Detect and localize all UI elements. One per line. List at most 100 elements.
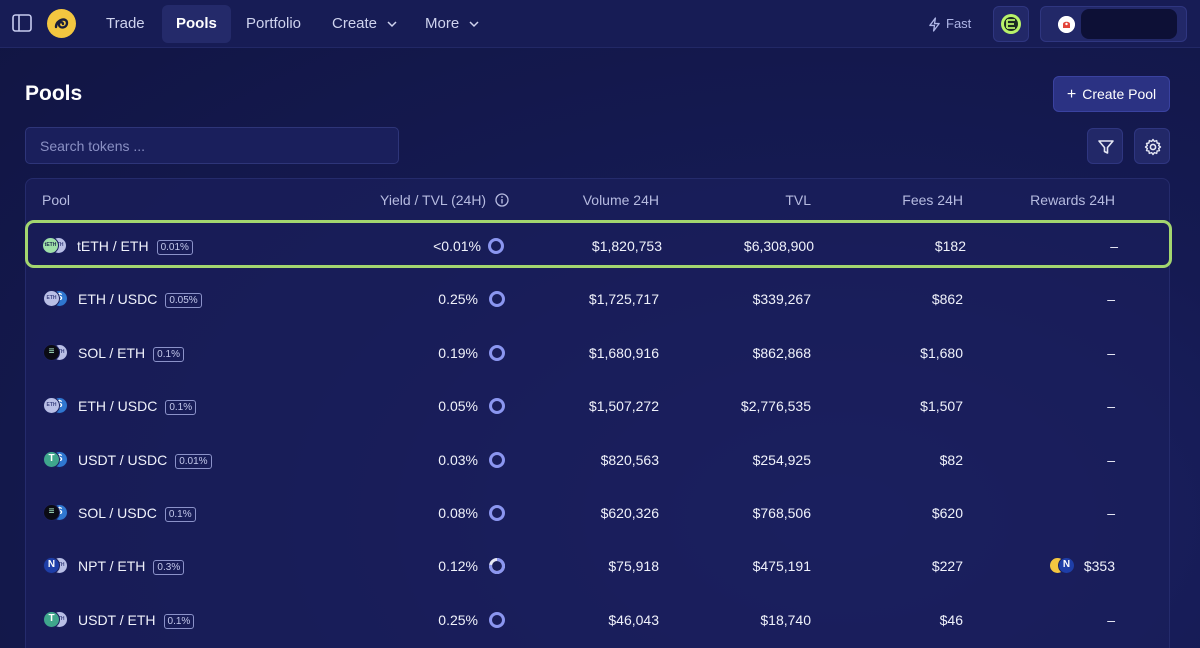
fees-value: $1,680 bbox=[920, 344, 963, 361]
tvl-value: $862,868 bbox=[752, 344, 811, 361]
settings-button[interactable] bbox=[1134, 128, 1170, 164]
yield-ring-icon[interactable] bbox=[488, 451, 506, 469]
yield-value: 0.25% bbox=[438, 291, 478, 308]
nav-portfolio-label: Portfolio bbox=[246, 15, 302, 32]
pair-token-icons: T$ bbox=[43, 450, 69, 469]
pair-token-icons: ≡$ bbox=[43, 504, 69, 522]
volume-value: $620,326 bbox=[600, 505, 659, 521]
pool-pair[interactable]: SOL / ETH 0.1% bbox=[78, 345, 184, 362]
pool-pair-label: ETH / USDC bbox=[78, 291, 158, 308]
wallet-icon bbox=[1058, 16, 1075, 33]
yield-ring-icon[interactable] bbox=[488, 344, 506, 362]
nav-create-label: Create bbox=[332, 15, 378, 32]
pool-pair[interactable]: USDT / USDC 0.01% bbox=[78, 452, 212, 469]
nav-trade[interactable]: Trade bbox=[92, 5, 159, 43]
token-icon: ≡ bbox=[43, 343, 60, 361]
yield-ring-icon[interactable] bbox=[487, 237, 505, 255]
fees-value: $46 bbox=[939, 611, 963, 628]
pool-pair[interactable]: NPT / ETH 0.3% bbox=[78, 558, 185, 576]
yield-ring-icon[interactable] bbox=[488, 611, 506, 629]
table-row[interactable]: ETH$ ETH / USDC 0.05% 0.25% $1,725,717 $339,2… bbox=[26, 273, 1169, 326]
pool-pair[interactable]: ETH / USDC 0.05% bbox=[78, 291, 202, 309]
rewards-value: – bbox=[1107, 291, 1115, 308]
yield-value: 0.25% bbox=[438, 611, 478, 628]
network-button[interactable] bbox=[993, 6, 1029, 42]
reward-token-n-icon: N bbox=[1058, 557, 1075, 575]
volume-value: $1,820,753 bbox=[591, 238, 662, 254]
pool-pair-label: SOL / ETH bbox=[78, 344, 146, 361]
yield-ring-icon[interactable] bbox=[488, 397, 506, 415]
fees-value: $82 bbox=[939, 451, 963, 468]
table-row[interactable]: ≡$ SOL / USDC 0.1% 0.08% $620,326 $768,506 $62… bbox=[26, 487, 1169, 540]
yield-value: 0.08% bbox=[438, 505, 478, 521]
yield-value: 0.05% bbox=[438, 398, 478, 415]
search-input[interactable] bbox=[25, 127, 399, 164]
token-icon: tETH bbox=[42, 237, 59, 254]
info-icon[interactable] bbox=[495, 193, 509, 207]
fee-tier-badge: 0.1% bbox=[153, 346, 184, 362]
header-pool[interactable]: Pool bbox=[42, 192, 70, 208]
rewards-value: – bbox=[1107, 398, 1115, 415]
rewards-value: – bbox=[1107, 611, 1115, 628]
token-icon: ≡ bbox=[43, 504, 60, 521]
pool-pair[interactable]: SOL / USDC 0.1% bbox=[78, 505, 196, 522]
fee-tier-badge: 0.3% bbox=[153, 560, 185, 576]
nav-pools[interactable]: Pools bbox=[162, 5, 231, 43]
pool-pair[interactable]: USDT / ETH 0.1% bbox=[78, 612, 195, 629]
yield-ring-icon[interactable] bbox=[488, 290, 506, 308]
nav-more[interactable]: More bbox=[411, 5, 493, 43]
tvl-value: $2,776,535 bbox=[740, 398, 811, 415]
pair-token-icons: ≡ETH bbox=[43, 343, 69, 362]
pool-pair-label: NPT / ETH bbox=[78, 558, 146, 575]
wallet-button[interactable] bbox=[1040, 6, 1187, 42]
speed-setting[interactable]: Fast bbox=[928, 5, 971, 43]
pool-pair-label: tETH / ETH bbox=[77, 238, 149, 254]
rewards-value: $353 bbox=[1083, 558, 1115, 575]
token-icon: T bbox=[43, 610, 60, 628]
header-volume[interactable]: Volume 24H bbox=[583, 192, 659, 208]
yield-ring-icon[interactable] bbox=[488, 557, 506, 575]
plus-icon: + bbox=[1066, 86, 1077, 103]
table-row[interactable]: ≡ETH SOL / ETH 0.1% 0.19% $1,680,916 $862,868… bbox=[26, 327, 1169, 380]
header-tvl[interactable]: TVL bbox=[785, 192, 811, 208]
fee-tier-badge: 0.1% bbox=[165, 400, 197, 416]
rewards-value: – bbox=[1107, 344, 1115, 361]
nav-portfolio[interactable]: Portfolio bbox=[232, 5, 315, 43]
pool-pair[interactable]: tETH / ETH 0.01% bbox=[77, 238, 193, 255]
yield-ring-icon[interactable] bbox=[488, 504, 506, 522]
eclipse-network-icon bbox=[1001, 14, 1021, 34]
pool-pair-label: USDT / USDC bbox=[78, 451, 168, 468]
yield-value: 0.19% bbox=[438, 344, 478, 361]
rewards-value: – bbox=[1110, 238, 1118, 254]
sidebar-toggle-icon[interactable] bbox=[12, 14, 32, 32]
table-row[interactable]: tETHETH tETH / ETH 0.01% <0.01% $1,820,753 $6… bbox=[25, 220, 1172, 268]
nav-more-label: More bbox=[425, 15, 460, 32]
pool-pair[interactable]: ETH / USDC 0.1% bbox=[78, 398, 197, 416]
fees-value: $182 bbox=[934, 238, 966, 254]
table-row[interactable]: ETH$ ETH / USDC 0.1% 0.05% $1,507,272 $2,776,… bbox=[26, 380, 1169, 433]
nav-create[interactable]: Create bbox=[318, 5, 411, 43]
chevron-down-icon bbox=[387, 21, 397, 28]
header-yield[interactable]: Yield / TVL (24H) bbox=[380, 192, 509, 208]
tvl-value: $339,267 bbox=[752, 291, 811, 308]
filter-button[interactable] bbox=[1087, 128, 1123, 164]
header-fees[interactable]: Fees 24H bbox=[902, 192, 963, 208]
table-row[interactable]: T$ USDT / USDC 0.01% 0.03% $820,563 $254,925 $… bbox=[26, 434, 1169, 487]
volume-value: $820,563 bbox=[600, 451, 659, 468]
table-row[interactable]: NETH NPT / ETH 0.3% 0.12% $75,918 $475,191 $22… bbox=[26, 540, 1169, 593]
tvl-value: $18,740 bbox=[760, 611, 811, 628]
fee-tier-badge: 0.1% bbox=[163, 613, 195, 629]
create-pool-button[interactable]: + Create Pool bbox=[1053, 76, 1170, 112]
table-row[interactable]: TETH USDT / ETH 0.1% 0.25% $46,043 $18,740 $46… bbox=[26, 594, 1169, 647]
fee-tier-badge: 0.05% bbox=[165, 293, 202, 309]
wallet-address-redacted bbox=[1081, 9, 1177, 39]
fees-value: $227 bbox=[931, 558, 963, 575]
pair-token-icons: ETH$ bbox=[43, 397, 69, 415]
app-logo[interactable] bbox=[47, 9, 76, 38]
nav-trade-label: Trade bbox=[106, 15, 145, 32]
header-rewards[interactable]: Rewards 24H bbox=[1030, 192, 1115, 208]
pair-token-icons: tETHETH bbox=[42, 237, 68, 255]
nav-pools-label: Pools bbox=[176, 15, 217, 32]
fee-tier-badge: 0.01% bbox=[156, 240, 193, 255]
fees-value: $620 bbox=[931, 505, 963, 521]
